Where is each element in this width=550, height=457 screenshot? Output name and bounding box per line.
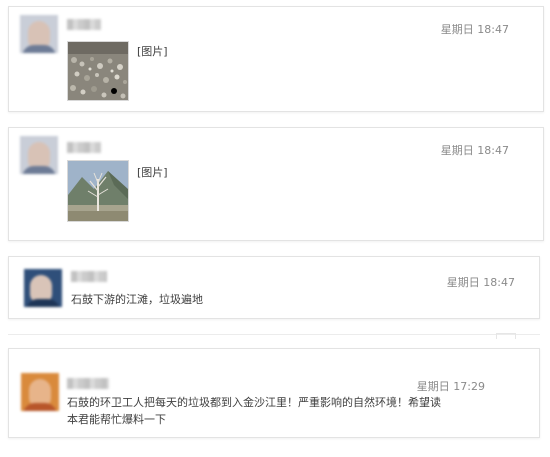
avatar[interactable] <box>21 373 59 411</box>
avatar[interactable] <box>24 269 62 307</box>
sender-name <box>67 142 101 153</box>
message-content-line-2: 本君能帮忙爆料一下 <box>67 413 166 426</box>
message-content-line-1: 石鼓的环卫工人把每天的垃圾都到入金沙江里！严重影响的自然环境！希望读 <box>67 396 441 409</box>
collapse-handle <box>496 333 516 339</box>
sender-name <box>67 378 109 389</box>
message-card[interactable]: 星期日 18:47 [图片] <box>8 6 544 112</box>
message-timestamp: 星期日 18:47 <box>440 23 509 36</box>
message-content: [图片] <box>137 166 168 179</box>
message-timestamp: 星期日 18:47 <box>440 144 509 157</box>
avatar[interactable] <box>20 15 58 53</box>
message-content: 石鼓下游的江滩，垃圾遍地 <box>71 293 203 306</box>
message-card[interactable]: 星期日 18:47 石鼓下游的江滩，垃圾遍地 <box>8 256 540 319</box>
riverbank-image <box>68 42 128 100</box>
avatar[interactable] <box>20 136 58 174</box>
mountain-tree-image <box>68 161 128 221</box>
divider <box>8 334 540 335</box>
message-card[interactable]: 星期日 18:47 [图片] <box>8 127 544 241</box>
message-image-thumbnail[interactable] <box>67 160 129 222</box>
sender-name <box>67 19 101 30</box>
message-timestamp: 星期日 17:29 <box>416 380 485 393</box>
message-timestamp: 星期日 18:47 <box>446 276 515 289</box>
message-image-thumbnail[interactable] <box>67 41 129 101</box>
message-card[interactable]: 星期日 17:29 石鼓的环卫工人把每天的垃圾都到入金沙江里！严重影响的自然环境… <box>8 348 540 438</box>
message-content: [图片] <box>137 45 168 58</box>
sender-name <box>71 271 107 282</box>
